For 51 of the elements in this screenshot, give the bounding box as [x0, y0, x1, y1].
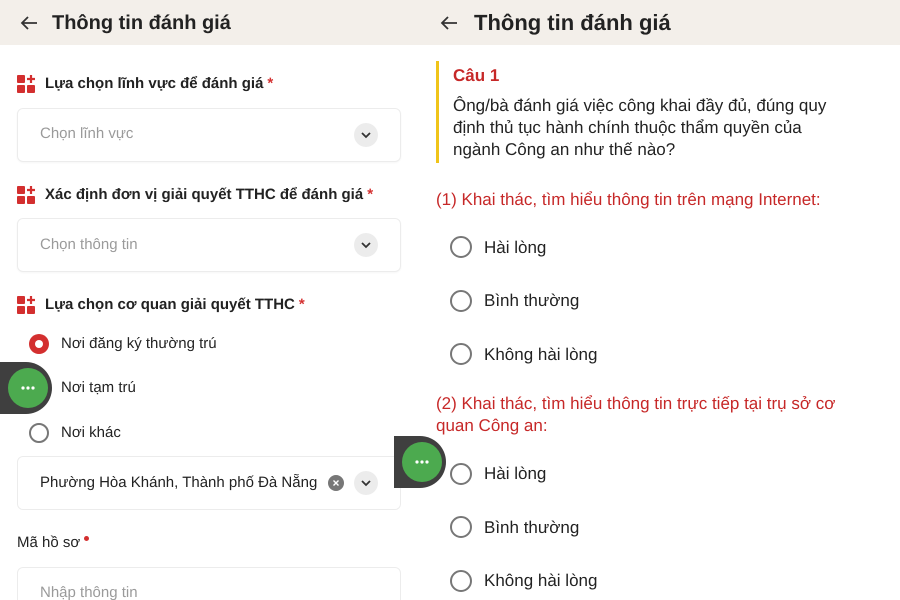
- input-field[interactable]: Nhập thông tin: [17, 566, 401, 600]
- radio-label: Không hài lòng: [484, 344, 598, 366]
- chevron-down-icon[interactable]: [354, 122, 378, 146]
- required-mark: *: [367, 184, 374, 204]
- more-icon: [415, 460, 429, 464]
- radio-button[interactable]: [450, 343, 472, 366]
- radio-label: Bình thường: [484, 290, 580, 312]
- radio-button[interactable]: [450, 570, 472, 592]
- grid-plus-icon: [17, 75, 35, 94]
- select-field[interactable]: Phường Hòa Khánh, Thành phố Đà Nẵng: [17, 456, 401, 510]
- field-label: Xác định đơn vị giải quyết TTHC để đánh giá: [45, 184, 364, 204]
- radio-label: Bình thường: [484, 516, 580, 538]
- field-label: Mã hồ sơ: [17, 533, 80, 553]
- chevron-down-icon[interactable]: [354, 471, 378, 495]
- floating-menu-button[interactable]: [394, 436, 446, 488]
- radio-label: Nơi tạm trú: [61, 378, 136, 398]
- radio-button[interactable]: [450, 236, 472, 258]
- required-mark: *: [267, 74, 274, 94]
- question-number: Câu 1: [453, 65, 500, 87]
- radio-button[interactable]: [450, 462, 472, 485]
- radio-button[interactable]: [450, 516, 472, 538]
- clear-icon[interactable]: [328, 475, 344, 491]
- field-label: Lựa chọn lĩnh vực để đánh giá: [45, 74, 264, 94]
- select-field[interactable]: Chọn lĩnh vực: [17, 108, 401, 162]
- select-placeholder: Chọn lĩnh vực: [40, 124, 134, 144]
- field-label: Lựa chọn cơ quan giải quyết TTHC: [45, 295, 295, 315]
- select-value: Phường Hòa Khánh, Thành phố Đà Nẵng: [40, 472, 318, 493]
- required-mark: *: [298, 295, 305, 315]
- radio-button[interactable]: [450, 290, 472, 312]
- input-placeholder: Nhập thông tin: [40, 583, 138, 600]
- question-section-title: (2) Khai thác, tìm hiểu thông tin trực tiếp tại trụ sở cơ quan Công an:: [436, 393, 836, 437]
- radio-label: Hài lòng: [484, 463, 546, 485]
- radio-label: Hài lòng: [484, 236, 546, 258]
- question-text: Ông/bà đánh giá việc công khai đầy đủ, đúng quy định thủ tục hành chính thuộc thẩm quyền của ngành Công an như thế nào?: [453, 94, 828, 160]
- select-placeholder: Chọn thông tin: [40, 234, 138, 255]
- radio-button[interactable]: [29, 422, 49, 443]
- question-section-title: (1) Khai thác, tìm hiểu thông tin trên mạng Internet:: [436, 188, 822, 210]
- more-icon: [21, 386, 35, 390]
- grid-plus-icon: [17, 186, 35, 204]
- radio-button[interactable]: [29, 334, 49, 354]
- radio-label: Nơi khác: [61, 422, 121, 442]
- grid-plus-icon: [17, 296, 35, 314]
- floating-menu-button[interactable]: [0, 362, 52, 414]
- page-title: Thông tin đánh giá: [474, 9, 671, 37]
- back-arrow-icon[interactable]: [20, 14, 38, 30]
- select-field[interactable]: Chọn thông tin: [17, 218, 401, 272]
- chevron-down-icon[interactable]: [354, 233, 378, 257]
- radio-label: Không hài lòng: [484, 570, 598, 592]
- radio-label: Nơi đăng ký thường trú: [61, 334, 217, 354]
- back-arrow-icon[interactable]: [440, 14, 458, 30]
- page-title: Thông tin đánh giá: [52, 10, 231, 36]
